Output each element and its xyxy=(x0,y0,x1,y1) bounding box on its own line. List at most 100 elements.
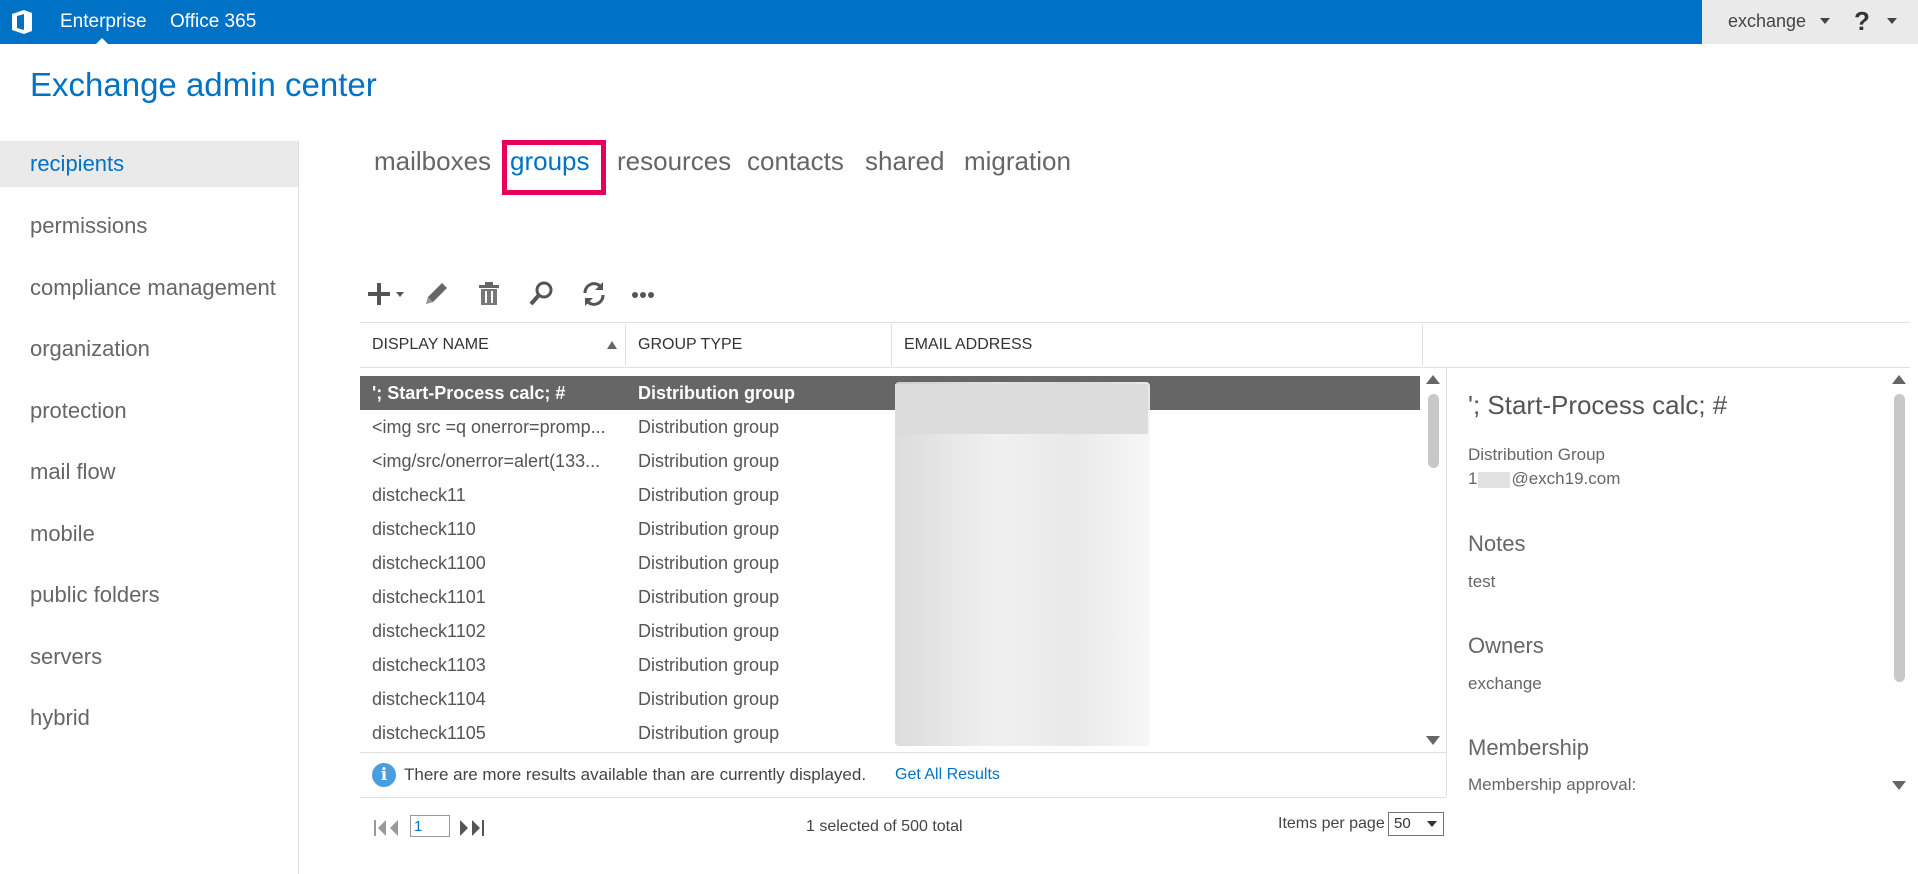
table-row[interactable]: distcheck1105 Distribution group xyxy=(360,716,1420,750)
edit-icon[interactable] xyxy=(422,278,450,310)
row-display-name: distcheck1103 xyxy=(372,655,486,675)
grid-scrollbar-thumb[interactable] xyxy=(1428,394,1439,468)
details-group-type: Distribution Group xyxy=(1468,445,1606,464)
column-separator xyxy=(1422,324,1423,366)
last-page-icon[interactable] xyxy=(456,816,492,840)
row-group-type: Distribution group xyxy=(638,587,780,607)
details-separator xyxy=(1446,368,1447,796)
left-nav-mobile[interactable]: mobile xyxy=(0,511,298,557)
details-email-suffix: @exch19.com xyxy=(1511,469,1621,488)
row-group-type: Distribution group xyxy=(638,417,780,437)
row-display-name: distcheck1100 xyxy=(372,553,486,573)
refresh-icon[interactable] xyxy=(580,278,608,310)
details-scrollbar-thumb[interactable] xyxy=(1894,394,1905,682)
more-icon[interactable] xyxy=(630,278,658,310)
details-email: 1 @exch19.com xyxy=(1468,469,1620,489)
search-icon[interactable] xyxy=(527,278,555,310)
left-nav-protection[interactable]: protection xyxy=(0,388,298,434)
redacted-email-selected xyxy=(895,384,1148,434)
office-logo-icon[interactable] xyxy=(10,9,34,35)
tab-contacts[interactable]: contacts xyxy=(747,146,844,177)
table-row[interactable]: distcheck1100 Distribution group xyxy=(360,546,1420,580)
row-display-name: distcheck1104 xyxy=(372,689,486,709)
user-chevron-down-icon[interactable] xyxy=(1820,18,1830,24)
tab-mailboxes[interactable]: mailboxes xyxy=(374,146,491,177)
help-icon[interactable]: ? xyxy=(1854,0,1870,42)
details-title: '; Start-Process calc; # xyxy=(1468,390,1728,420)
left-nav-servers[interactable]: servers xyxy=(0,634,298,680)
row-group-type: Distribution group xyxy=(638,655,780,675)
table-row[interactable]: distcheck1101 Distribution group xyxy=(360,580,1420,614)
items-per-page-value: 50 xyxy=(1394,815,1411,832)
top-nav-bar: Enterprise Office 365 exchange ? xyxy=(0,0,1918,44)
redacted-email-column xyxy=(895,382,1150,746)
row-group-type: Distribution group xyxy=(638,519,780,539)
details-notes-heading: Notes xyxy=(1468,531,1526,556)
items-per-page-select[interactable]: 50 xyxy=(1388,812,1444,836)
tab-resources[interactable]: resources xyxy=(617,146,731,177)
table-row[interactable]: distcheck1102 Distribution group xyxy=(360,614,1420,648)
sort-ascending-icon xyxy=(607,341,617,349)
grid-scroll-up-icon[interactable] xyxy=(1426,375,1440,384)
app-title: Exchange admin center xyxy=(30,66,377,103)
left-nav-permissions[interactable]: permissions xyxy=(0,203,298,249)
table-row[interactable]: distcheck1103 Distribution group xyxy=(360,648,1420,682)
more-results-bar: i There are more results available than … xyxy=(360,752,1446,798)
more-results-text: There are more results available than ar… xyxy=(404,765,867,784)
row-display-name: distcheck110 xyxy=(372,519,476,539)
row-group-type: Distribution group xyxy=(638,621,780,641)
active-nav-indicator xyxy=(96,38,108,44)
table-row[interactable]: distcheck11 Distribution group xyxy=(360,478,1420,512)
table-row[interactable]: <img src =q onerror=promp... Distributio… xyxy=(360,410,1420,444)
row-group-type: Distribution group xyxy=(638,553,780,573)
chevron-down-icon xyxy=(1427,821,1437,827)
left-nav: recipients permissions compliance manage… xyxy=(0,141,299,874)
details-membership-heading: Membership xyxy=(1468,735,1590,760)
left-nav-compliance-management[interactable]: compliance management xyxy=(0,265,298,311)
page-number-input[interactable]: 1 xyxy=(410,815,450,837)
column-header-display-name-label: DISPLAY NAME xyxy=(372,336,489,353)
column-header-group-type[interactable]: GROUP TYPE xyxy=(626,322,891,368)
user-menu[interactable]: exchange ? xyxy=(1702,0,1918,44)
column-header-email-address[interactable]: EMAIL ADDRESS xyxy=(892,322,1422,368)
row-group-type: Distribution group xyxy=(638,485,780,505)
details-scroll-down-icon[interactable] xyxy=(1892,781,1906,790)
selection-count: 1 selected of 500 total xyxy=(806,818,963,835)
info-icon: i xyxy=(372,763,396,787)
left-nav-mail-flow[interactable]: mail flow xyxy=(0,449,298,495)
help-chevron-down-icon[interactable] xyxy=(1887,18,1897,24)
first-page-icon[interactable] xyxy=(372,816,402,840)
row-display-name: distcheck1102 xyxy=(372,621,486,641)
left-nav-public-folders[interactable]: public folders xyxy=(0,572,298,618)
table-row[interactable]: '; Start-Process calc; # Distribution gr… xyxy=(360,376,1420,410)
nav-office365[interactable]: Office 365 xyxy=(170,0,256,44)
details-scroll-up-icon[interactable] xyxy=(1892,375,1906,384)
row-display-name: distcheck1105 xyxy=(372,723,486,743)
add-icon[interactable] xyxy=(366,278,410,310)
user-name[interactable]: exchange xyxy=(1728,0,1806,42)
details-membership-approval: Membership approval: xyxy=(1468,775,1637,794)
details-owners-heading: Owners xyxy=(1468,633,1544,658)
delete-icon[interactable] xyxy=(476,278,502,310)
left-nav-hybrid[interactable]: hybrid xyxy=(0,695,298,741)
table-row[interactable]: <img/src/onerror=alert(133... Distributi… xyxy=(360,444,1420,478)
redacted-email-part xyxy=(1478,471,1511,488)
items-per-page-label: Items per page xyxy=(1278,815,1385,832)
row-display-name: <img src =q onerror=promp... xyxy=(372,417,606,437)
left-nav-recipients[interactable]: recipients xyxy=(0,141,298,187)
tab-migration[interactable]: migration xyxy=(964,146,1071,177)
tab-highlight-box xyxy=(502,140,606,195)
left-nav-organization[interactable]: organization xyxy=(0,326,298,372)
tab-shared[interactable]: shared xyxy=(865,146,945,177)
row-display-name: distcheck11 xyxy=(372,485,466,505)
details-email-prefix: 1 xyxy=(1468,469,1478,488)
get-all-results-link[interactable]: Get All Results xyxy=(895,753,1000,797)
row-display-name: '; Start-Process calc; # xyxy=(372,383,566,403)
row-group-type: Distribution group xyxy=(638,723,780,743)
table-row[interactable]: distcheck110 Distribution group xyxy=(360,512,1420,546)
grid-scroll-down-icon[interactable] xyxy=(1426,736,1440,745)
column-header-display-name[interactable]: DISPLAY NAME xyxy=(360,322,625,368)
row-group-type: Distribution group xyxy=(638,689,780,709)
table-row[interactable]: distcheck1104 Distribution group xyxy=(360,682,1420,716)
row-display-name: <img/src/onerror=alert(133... xyxy=(372,451,601,471)
